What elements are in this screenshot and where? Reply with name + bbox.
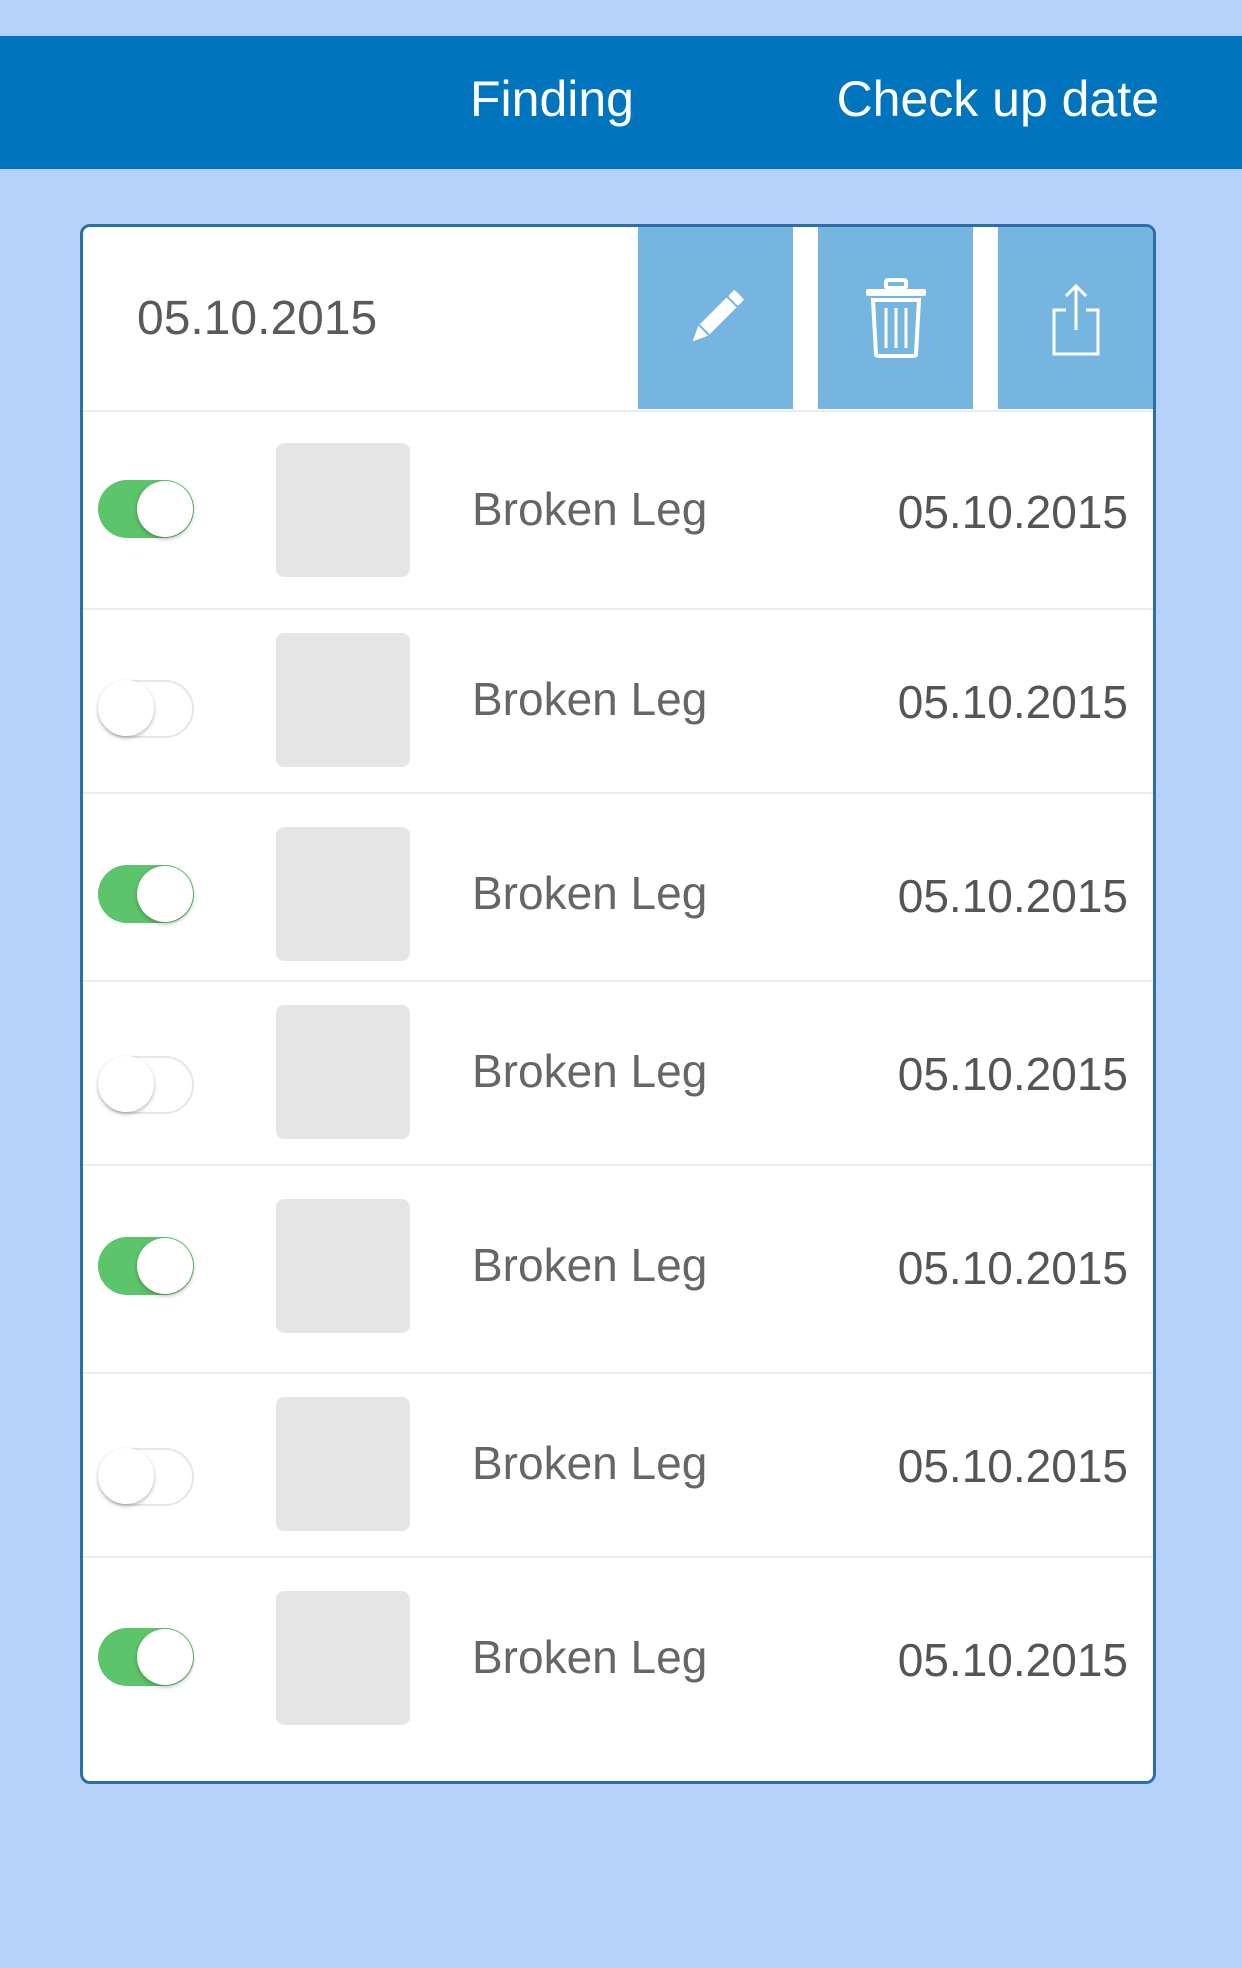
finding-row[interactable]: Broken Leg 05.10.2015 <box>83 1374 1153 1558</box>
finding-thumbnail[interactable] <box>276 1397 410 1531</box>
row-toggle[interactable] <box>98 865 194 923</box>
finding-thumbnail[interactable] <box>276 1591 410 1725</box>
checkup-date: 05.10.2015 <box>897 1440 1128 1492</box>
toggle-knob <box>137 481 193 537</box>
checkup-date: 05.10.2015 <box>897 1242 1128 1294</box>
finding-name: Broken Leg <box>472 1437 708 1489</box>
row-toggle[interactable] <box>98 1448 194 1506</box>
finding-thumbnail[interactable] <box>276 1199 410 1333</box>
finding-name: Broken Leg <box>472 1045 708 1097</box>
checkup-date: 05.10.2015 <box>897 1048 1128 1100</box>
column-checkup-date-label[interactable]: Check up date <box>837 36 1159 169</box>
share-icon <box>1052 283 1099 356</box>
row-toggle[interactable] <box>98 1237 194 1295</box>
finding-row[interactable]: Broken Leg 05.10.2015 <box>83 410 1153 610</box>
finding-row[interactable]: Broken Leg 05.10.2015 <box>83 982 1153 1166</box>
toggle-knob <box>137 1238 193 1294</box>
checkup-date: 05.10.2015 <box>897 870 1128 922</box>
finding-name: Broken Leg <box>472 1239 708 1291</box>
toggle-knob <box>137 866 193 922</box>
finding-name: Broken Leg <box>472 867 708 919</box>
column-finding-label[interactable]: Finding <box>470 36 634 169</box>
finding-row[interactable]: Broken Leg 05.10.2015 <box>83 794 1153 982</box>
row-toggle[interactable] <box>98 1056 194 1114</box>
checkup-date: 05.10.2015 <box>897 676 1128 728</box>
checkup-date: 05.10.2015 <box>897 486 1128 538</box>
delete-button[interactable] <box>818 227 973 409</box>
share-button[interactable] <box>998 227 1153 409</box>
toggle-knob <box>137 1629 193 1685</box>
finding-thumbnail[interactable] <box>276 1005 410 1139</box>
finding-thumbnail[interactable] <box>276 827 410 961</box>
finding-row[interactable]: Broken Leg 05.10.2015 <box>83 1166 1153 1374</box>
edit-button[interactable] <box>638 227 793 409</box>
checkup-card: 05.10.2015 Broken Leg 05.10.2015 Broken … <box>80 224 1156 1784</box>
checkup-date: 05.10.2015 <box>897 1634 1128 1686</box>
finding-row[interactable]: Broken Leg 05.10.2015 <box>83 610 1153 794</box>
card-date: 05.10.2015 <box>137 292 378 345</box>
toggle-knob <box>98 1448 154 1504</box>
card-header: 05.10.2015 <box>83 227 1153 412</box>
toggle-knob <box>98 1056 154 1112</box>
toggle-knob <box>98 680 154 736</box>
row-toggle[interactable] <box>98 680 194 738</box>
finding-thumbnail[interactable] <box>276 443 410 577</box>
finding-row[interactable]: Broken Leg 05.10.2015 <box>83 1558 1153 1781</box>
finding-thumbnail[interactable] <box>276 633 410 767</box>
header-bar: Finding Check up date <box>0 36 1242 169</box>
finding-name: Broken Leg <box>472 483 708 535</box>
trash-icon <box>865 278 926 358</box>
row-toggle[interactable] <box>98 480 194 538</box>
pencil-icon <box>692 290 743 342</box>
finding-name: Broken Leg <box>472 673 708 725</box>
finding-name: Broken Leg <box>472 1631 708 1683</box>
row-toggle[interactable] <box>98 1628 194 1686</box>
